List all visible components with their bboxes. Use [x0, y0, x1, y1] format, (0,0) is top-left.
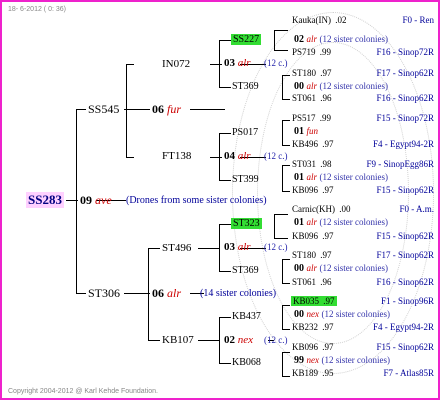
origin-label: F1 - Sinop96R — [380, 296, 434, 306]
queen-st323: ST323 — [231, 218, 262, 229]
queen-kaukain: Kauka(IN) .02 — [292, 15, 347, 25]
queen-kb096: KB096 .97 — [292, 231, 334, 241]
queen-carnickh: Carnic(KH) .00 — [292, 204, 351, 214]
queen-st496: ST496 — [162, 242, 192, 254]
queen-st369-a: ST369 — [232, 81, 259, 92]
queen-st031: ST031 .98 — [292, 159, 332, 169]
queen-ps017: PS017 — [232, 127, 259, 138]
root-code: ave — [95, 193, 112, 207]
origin-label: F4 - Egypt94-2R — [372, 322, 434, 332]
queen-st306: ST306 — [88, 286, 121, 300]
root-note: (Drones from some sister colonies) — [126, 195, 267, 206]
queen-kb068: KB068 — [232, 357, 261, 368]
origin-label: F9 - SinopEgg86R — [366, 159, 434, 169]
queen-ss545: SS545 — [88, 102, 120, 116]
st496-breeding: 03 alr — [224, 241, 251, 253]
origin-label: F17 - Sinop62R — [376, 250, 434, 260]
mating-row: 01 fun — [294, 126, 319, 137]
queen-kb096: KB096 .97 — [292, 342, 334, 352]
pedigree-frame: 18- 6-2012 ( 0: 36) Copyright 2004-2012 … — [0, 0, 440, 400]
origin-label: F7 - Atlas85R — [383, 368, 434, 378]
date-stamp: 18- 6-2012 ( 0: 36) — [8, 6, 66, 13]
copyright: Copyright 2004-2012 @ Karl Kehde Foundat… — [8, 388, 158, 395]
mating-row: 01 alr (12 sister colonies) — [294, 217, 388, 228]
origin-label: F15 - Sinop62R — [376, 231, 434, 241]
origin-label: F16 - Sinop72R — [376, 47, 434, 57]
queen-ss545-breeding: 06 fur — [152, 102, 182, 116]
queen-kb437: KB437 — [232, 311, 261, 322]
queen-ss227: SS227 — [231, 34, 262, 45]
kb107-sister-colonies: (12 c.) — [264, 335, 288, 345]
queen-kb189: KB189 .95 — [292, 368, 334, 378]
origin-label: F4 - Egypt94-2R — [372, 139, 434, 149]
queen-root-name: SS283 — [26, 192, 64, 208]
queen-kb496: KB496 .97 — [292, 139, 334, 149]
origin-label: F15 - Sinop62R — [376, 185, 434, 195]
st306-sister-colonies: (14 sister colonies) — [200, 288, 277, 299]
mating-row: 01 alr (12 sister colonies) — [294, 172, 388, 183]
mating-row: 00 alr (12 sister colonies) — [294, 263, 388, 274]
queen-ft138: FT138 — [162, 150, 192, 162]
queen-in072: IN072 — [162, 58, 191, 70]
origin-label: F17 - Sinop62R — [376, 68, 434, 78]
in072-breeding: 03 alr — [224, 57, 251, 69]
queen-ps517: PS517 .99 — [292, 113, 332, 123]
queen-st180: ST180 .97 — [292, 250, 332, 260]
mating-row: 00 nex (12 sister colonies) — [294, 309, 390, 320]
origin-label: F0 - Ren — [402, 15, 435, 25]
queen-st306-breeding: 06 alr — [152, 286, 182, 300]
mating-row: 99 nex (12 sister colonies) — [294, 355, 390, 366]
origin-label: F15 - Sinop72R — [376, 113, 434, 123]
queen-kb096: KB096 .97 — [292, 185, 334, 195]
mating-row: 00 alr (12 sister colonies) — [294, 81, 388, 92]
st496-sister-colonies: (12 c.) — [264, 242, 288, 252]
queen-kb035: KB035 .97 — [291, 296, 337, 306]
queen-root-breeding: 09 ave — [80, 193, 112, 208]
queen-st399: ST399 — [232, 174, 259, 185]
queen-kb107: KB107 — [162, 334, 194, 346]
queen-kb232: KB232 .97 — [292, 322, 334, 332]
queen-st061: ST061 .96 — [292, 277, 332, 287]
origin-label: F16 - Sinop62R — [376, 277, 434, 287]
in072-sister-colonies: (12 c.) — [264, 58, 288, 68]
kb107-breeding: 02 nex — [224, 334, 254, 346]
ft138-sister-colonies: (12 c.) — [264, 151, 288, 161]
root-year: 09 — [80, 193, 92, 207]
origin-label: F16 - Sinop62R — [376, 93, 434, 103]
origin-label: F15 - Sinop62R — [376, 342, 434, 352]
queen-st180: ST180 .97 — [292, 68, 332, 78]
mating-row: 02 alr (12 sister colonies) — [294, 34, 388, 45]
queen-st369-b: ST369 — [232, 265, 259, 276]
queen-st061: ST061 .96 — [292, 93, 332, 103]
origin-label: F0 - A.m. — [399, 204, 434, 214]
queen-ps719: PS719 .99 — [292, 47, 332, 57]
ft138-breeding: 04 alr — [224, 150, 251, 162]
